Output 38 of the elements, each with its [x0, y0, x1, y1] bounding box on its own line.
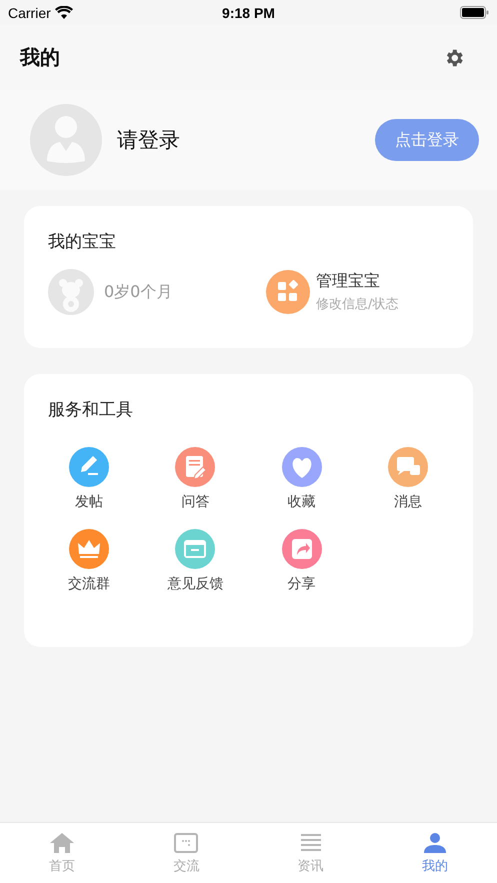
manage-title: 管理宝宝	[316, 271, 381, 292]
card-title: 服务和工具	[48, 399, 134, 421]
tool-label: 发帖	[75, 493, 104, 511]
chat-box-icon	[173, 832, 200, 854]
pencil-icon	[69, 447, 110, 487]
crown-icon	[69, 529, 110, 569]
tool-item[interactable]: 消息	[354, 447, 461, 511]
tool-item[interactable]: 收藏	[248, 447, 355, 511]
tool-label: 消息	[394, 493, 422, 511]
baby-age: 0岁0个月	[104, 282, 172, 302]
tool-item[interactable]: 意见反馈	[142, 529, 248, 593]
tool-item[interactable]: 发帖	[36, 447, 142, 511]
tool-label: 意见反馈	[167, 575, 224, 593]
box-icon	[175, 529, 216, 569]
tool-item[interactable]: 分享	[248, 529, 355, 593]
carrier-label: Carrier	[8, 4, 51, 20]
tool-label: 收藏	[288, 493, 316, 511]
wifi-icon	[54, 6, 73, 19]
tool-label: 分享	[288, 575, 316, 593]
grid-icon	[266, 270, 310, 314]
page-title: 我的	[20, 44, 60, 71]
tab-item[interactable]: 我的	[372, 823, 497, 883]
status-time: 9:18 PM	[221, 4, 276, 20]
note-icon	[175, 447, 216, 487]
home-icon	[49, 832, 76, 854]
share-icon	[282, 529, 322, 569]
tool-item[interactable]: 问答	[142, 447, 248, 511]
manage-subtitle: 修改信息/状态	[316, 296, 398, 313]
card-title: 我的宝宝	[48, 231, 117, 253]
tool-item[interactable]: 交流群	[36, 529, 142, 593]
tool-label: 问答	[181, 493, 210, 511]
battery-icon	[460, 6, 489, 19]
manage-baby-item[interactable]: 管理宝宝 修改信息/状态	[266, 270, 398, 314]
bear-avatar-icon	[48, 269, 94, 315]
login-prompt: 请登录	[117, 127, 180, 154]
tool-label: 交流群	[68, 575, 110, 593]
chat-bubble-icon	[388, 447, 428, 487]
person-icon	[422, 832, 448, 854]
